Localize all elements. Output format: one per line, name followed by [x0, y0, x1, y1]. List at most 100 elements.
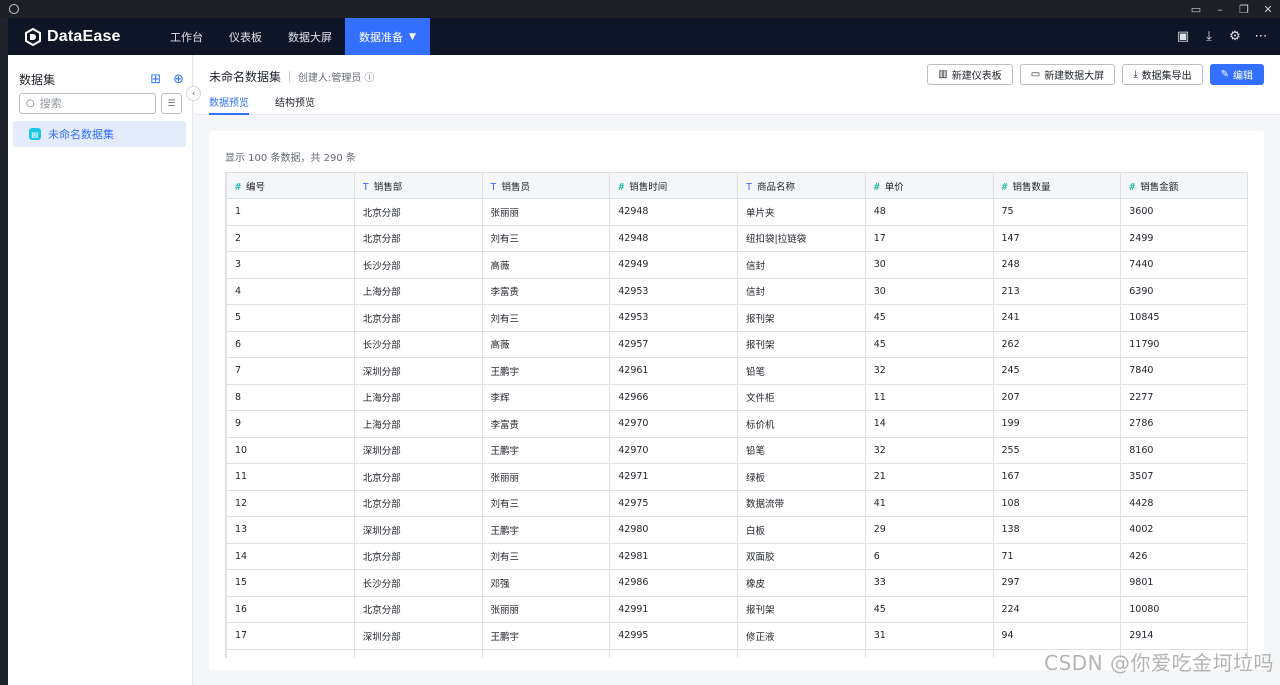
close-icon[interactable]: ✕ — [1256, 0, 1280, 18]
new-dataset-icon[interactable]: ⊕ — [173, 72, 184, 87]
table-cell: 48 — [864, 198, 994, 226]
table-row: 1 北京分部 张丽丽 42948 单片夹 48 75 3600 — [226, 198, 1247, 226]
tab-structure-preview[interactable]: 结构预览 — [275, 94, 315, 115]
table-cell: 17 — [864, 224, 994, 252]
download-icon[interactable]: ⤓ — [1202, 29, 1216, 44]
column-header-label: 销售员 — [501, 181, 531, 193]
window-menu-icon[interactable]: ▭ — [1184, 0, 1208, 18]
table-cell: 信封 — [737, 277, 866, 305]
table-row: 17 深圳分部 王鹏宇 42995 修正液 31 94 2914 — [226, 622, 1247, 650]
table-cell: 14 — [226, 542, 355, 570]
table-row: 14 北京分部 刘有三 42981 双面胶 6 71 426 — [226, 542, 1247, 570]
table-cell: 42953 — [609, 277, 738, 305]
table-cell: 绿板 — [737, 463, 866, 491]
new-dashboard-label: 新建仪表板 — [951, 71, 1002, 82]
menu-dashboard[interactable]: 仪表板 — [216, 18, 275, 55]
table-cell: 17 — [226, 622, 355, 650]
table-cell: 224 — [992, 595, 1122, 623]
table-cell: 10 — [226, 436, 355, 464]
info-icon[interactable]: ⓘ — [364, 69, 374, 84]
sidebar-header: 数据集 ⊞ ⊕ — [8, 55, 192, 91]
dataset-sidebar: 数据集 ⊞ ⊕ ○ ☰ ▤ 未命名数据集 — [8, 55, 193, 685]
table-cell: 信封 — [737, 251, 866, 279]
column-header-label: 编号 — [246, 181, 266, 193]
sidebar-item-label: 未命名数据集 — [48, 128, 114, 141]
column-header-label: 销售金额 — [1140, 181, 1179, 193]
sidebar-title: 数据集 — [19, 72, 56, 87]
left-edge-strip — [0, 18, 8, 685]
chevron-left-icon: ‹ — [191, 88, 196, 99]
column-header[interactable]: T 商品名称 — [737, 172, 866, 199]
search-box: ○ — [19, 93, 156, 114]
column-header[interactable]: T 销售员 — [481, 172, 611, 199]
table-cell: 108 — [992, 489, 1122, 517]
table-cell: 29 — [864, 516, 994, 544]
settings-icon[interactable]: ⚙ — [1228, 29, 1242, 44]
table-cell: 33 — [864, 569, 994, 597]
sidebar-item-dataset[interactable]: ▤ 未命名数据集 — [13, 121, 186, 147]
menu-data-prep-label: 数据准备 — [359, 30, 403, 44]
column-header[interactable]: # 编号 — [226, 172, 355, 199]
table-cell: 8160 — [1120, 436, 1247, 464]
main-menu: 工作台 仪表板 数据大屏 数据准备 ▼ — [157, 18, 430, 55]
table-cell: 297 — [992, 569, 1122, 597]
table-cell: 数据流带 — [737, 489, 866, 517]
edit-button[interactable]: ✎ 编辑 — [1209, 64, 1264, 85]
column-header[interactable]: T 销售部 — [353, 172, 483, 199]
new-screen-button[interactable]: ▭ 新建数据大屏 — [1019, 64, 1116, 85]
table-cell: 42948 — [609, 224, 738, 252]
table-cell: 199 — [992, 410, 1122, 438]
table-cell: 橡皮 — [737, 569, 866, 597]
text-type-icon: T — [746, 181, 753, 193]
table-cell: 王鹏宇 — [481, 622, 611, 650]
brand-logo[interactable]: DataEase — [24, 27, 149, 46]
table-cell: 报刊架 — [737, 330, 866, 358]
column-header[interactable]: # 销售金额 — [1120, 172, 1247, 199]
table-row: 2 北京分部 刘有三 42948 纽扣袋|拉链袋 17 147 2499 — [226, 224, 1247, 252]
table-cell: 北京分部 — [353, 489, 483, 517]
table-cell: 15 — [226, 569, 355, 597]
table-row: 4 上海分部 李富贵 42953 信封 30 213 6390 — [226, 277, 1247, 305]
restore-icon[interactable]: ❐ — [1232, 0, 1256, 18]
table-cell: 张丽丽 — [481, 595, 611, 623]
table-cell: 11 — [864, 383, 994, 411]
briefcase-icon[interactable]: ▣ — [1176, 29, 1190, 44]
number-type-icon: # — [618, 181, 625, 193]
search-input[interactable] — [39, 97, 140, 110]
column-header[interactable]: # 销售数量 — [992, 172, 1122, 199]
table-cell: 上海分部 — [353, 410, 483, 438]
table-cell — [609, 648, 738, 658]
new-screen-label: 新建数据大屏 — [1044, 71, 1105, 82]
column-header-label: 商品名称 — [757, 181, 796, 193]
table-cell: 北京分部 — [353, 463, 483, 491]
column-header-label: 销售时间 — [629, 181, 668, 193]
table-cell — [353, 648, 483, 658]
collapse-sidebar-button[interactable]: ‹ — [186, 86, 201, 101]
table-cell — [226, 648, 355, 658]
table-cell: 5 — [226, 304, 355, 332]
new-dashboard-button[interactable]: ▥ 新建仪表板 — [927, 64, 1013, 85]
table-cell: 10080 — [1120, 595, 1247, 623]
table-cell: 8 — [226, 383, 355, 411]
new-folder-icon[interactable]: ⊞ — [150, 72, 161, 87]
table-cell: 9 — [226, 410, 355, 438]
menu-data-prep[interactable]: 数据准备 ▼ — [345, 18, 430, 55]
menu-workbench[interactable]: 工作台 — [157, 18, 216, 55]
column-header[interactable]: # 销售时间 — [609, 172, 738, 199]
table-cell: 207 — [992, 383, 1122, 411]
minimize-icon[interactable]: – — [1208, 0, 1232, 18]
window-titlebar: ▭ – ❐ ✕ — [0, 0, 1280, 18]
menu-data-screen[interactable]: 数据大屏 — [275, 18, 345, 55]
table-cell: 71 — [992, 542, 1122, 570]
data-grid[interactable]: # 编号 T 销售部 T 销售员 # 销售时间 T 商品名称 # 单价 # 销售数量 # 销售金额 1 北京分部… — [225, 172, 1248, 658]
export-button[interactable]: ⤓ 数据集导出 — [1122, 64, 1203, 85]
table-cell: 王鹏宇 — [481, 436, 611, 464]
dataease-logo-icon — [25, 27, 41, 46]
sort-button[interactable]: ☰ — [161, 93, 182, 114]
more-icon[interactable]: ⋯ — [1254, 29, 1268, 44]
table-row: 7 深圳分部 王鹏宇 42961 铅笔 32 245 7840 — [226, 357, 1247, 385]
data-preview-panel: 显示 100 条数据，共 290 条 # 编号 T 销售部 T 销售员 # 销售时间 T 商品名称… — [209, 131, 1264, 670]
column-header[interactable]: # 单价 — [864, 172, 994, 199]
export-icon: ⤓ — [1133, 69, 1138, 80]
tab-data-preview[interactable]: 数据预览 — [209, 94, 249, 115]
